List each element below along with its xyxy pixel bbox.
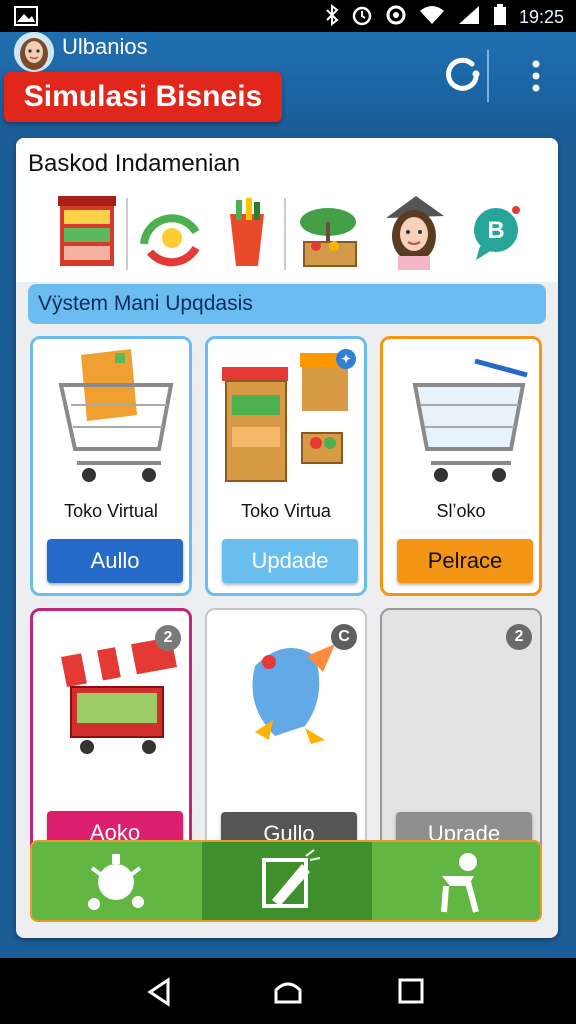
category-separator <box>284 198 286 270</box>
tile-toko-3[interactable]: Slʼoko Pelrace <box>380 336 542 596</box>
avatar[interactable] <box>14 32 54 72</box>
recents-icon[interactable] <box>396 976 428 1008</box>
more-vert-icon[interactable] <box>524 58 548 102</box>
info-badge-icon: ✦ <box>336 349 356 369</box>
tile-toko-virtual-2[interactable]: ✦ Toko Virtua Updade <box>205 336 367 596</box>
count-badge: 2 <box>506 624 532 650</box>
home-icon[interactable] <box>272 976 304 1008</box>
shopping-cart-icon <box>41 345 187 495</box>
category-panel: Baskod Indamenian B <box>16 138 558 282</box>
tile-label: Toko Virtual <box>64 501 158 521</box>
tile-aoko[interactable]: 2 Aoko <box>30 608 192 868</box>
signal-icon <box>457 5 481 30</box>
status-bar: 19:25 <box>0 0 576 32</box>
alarm-icon <box>351 4 373 31</box>
paint-cup-icon[interactable] <box>212 192 282 272</box>
svg-text:B: B <box>487 217 504 244</box>
person-desk-icon <box>441 853 479 913</box>
category-title: Baskod Indamenian <box>28 150 241 177</box>
chat-b-icon[interactable]: B <box>462 192 532 272</box>
tile-label: Slʼoko <box>436 501 486 521</box>
tile-empty[interactable]: 2 Uprade <box>380 608 542 868</box>
tile-button-pelrace[interactable]: Pelrace <box>397 539 533 583</box>
tile-label: Toko Virtua <box>241 501 331 521</box>
section-header: Vÿstem Mani Upqdasis <box>28 284 546 324</box>
tab-settings[interactable] <box>32 842 202 920</box>
user-name: Ulbanios <box>62 34 148 59</box>
woman-avatar-icon[interactable] <box>380 192 450 272</box>
back-icon[interactable] <box>144 976 176 1008</box>
bluetooth-icon <box>325 3 339 31</box>
wifi-icon <box>419 5 445 30</box>
tile-button-auto[interactable]: Aullo <box>47 539 183 583</box>
app-title: Simulasi Bisneis <box>4 72 282 122</box>
app-bar-divider <box>487 50 489 102</box>
refresh-icon[interactable] <box>440 52 484 96</box>
main-card: Baskod Indamenian B Vÿstem Mani Upqdasis… <box>16 138 558 938</box>
tile-gullo[interactable]: C Gullo <box>205 608 367 868</box>
nav-bar <box>0 958 576 1024</box>
shopping-cart-icon <box>391 345 537 495</box>
category-separator <box>126 198 128 270</box>
app-bar: Ulbanios Simulasi Bisneis <box>0 32 576 122</box>
gear-bug-icon <box>88 854 144 910</box>
bottom-tabs <box>30 840 542 922</box>
shop-shelf-icon[interactable] <box>52 192 122 272</box>
tile-button-update[interactable]: Updade <box>222 539 358 583</box>
market-stall-icon[interactable] <box>294 192 364 272</box>
status-time: 19:25 <box>518 7 564 27</box>
image-icon <box>14 6 38 31</box>
count-badge: 2 <box>155 625 181 651</box>
edit-paper-icon <box>262 849 321 908</box>
data-saver-icon <box>385 4 407 31</box>
tile-toko-virtual-1[interactable]: Toko Virtual Aullo <box>30 336 192 596</box>
count-badge: C <box>331 624 357 650</box>
tab-edit[interactable] <box>202 842 372 920</box>
chart-growth-icon[interactable] <box>136 192 206 272</box>
battery-icon <box>493 4 507 31</box>
tab-profile[interactable] <box>372 842 540 920</box>
